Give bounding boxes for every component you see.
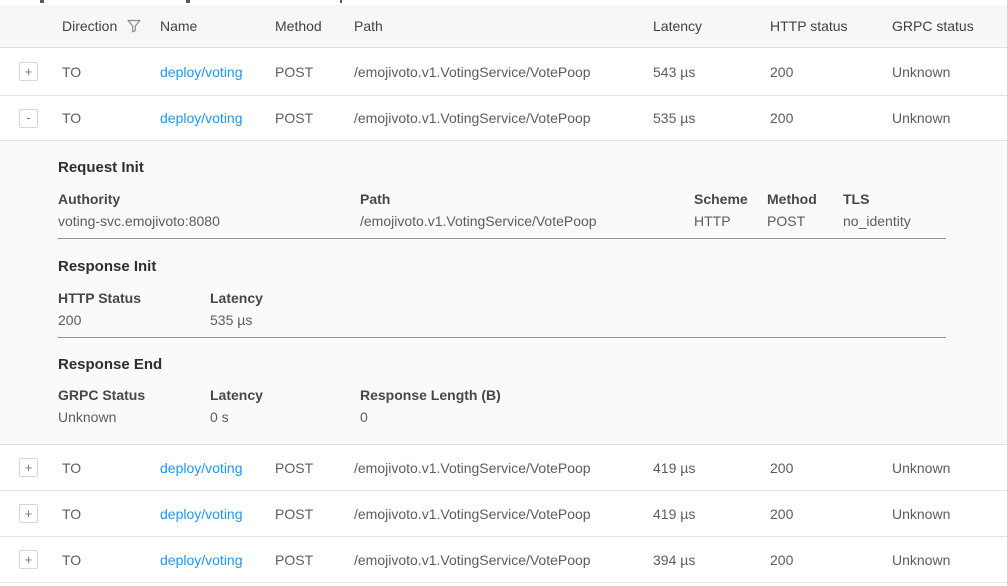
table-row: + TO deploy/voting POST /emojivoto.v1.Vo… xyxy=(0,445,1007,491)
cell-expander: - xyxy=(0,109,62,128)
column-header-direction-label: Direction xyxy=(62,18,117,34)
column-header-latency: Latency xyxy=(653,18,770,34)
cell-path: /emojivoto.v1.VotingService/VotePoop xyxy=(354,460,653,476)
cell-path: /emojivoto.v1.VotingService/VotePoop xyxy=(354,552,653,568)
cell-method: POST xyxy=(275,110,354,126)
cropped-text-mark xyxy=(340,0,342,3)
section-divider xyxy=(58,337,946,338)
cell-http-status: 200 xyxy=(770,552,892,568)
expand-toggle-button[interactable]: + xyxy=(19,458,38,477)
cell-latency: 394 µs xyxy=(653,552,770,568)
cell-latency: 419 µs xyxy=(653,460,770,476)
tap-requests-table: Direction Name Method Path Latency HTTP … xyxy=(0,0,1007,586)
field-scheme: Scheme HTTP xyxy=(694,191,748,230)
resource-link[interactable]: deploy/voting xyxy=(160,110,243,126)
resource-link[interactable]: deploy/voting xyxy=(160,506,243,522)
cell-grpc-status: Unknown xyxy=(892,506,1007,522)
expand-toggle-button[interactable]: + xyxy=(19,504,38,523)
section-divider xyxy=(58,238,946,239)
cell-grpc-status: Unknown xyxy=(892,552,1007,568)
cell-name: deploy/voting xyxy=(160,110,275,126)
column-header-grpc-status: GRPC status xyxy=(892,18,1007,34)
field-authority: Authority voting-svc.emojivoto:8080 xyxy=(58,191,220,230)
column-header-path: Path xyxy=(354,18,653,34)
cell-latency: 535 µs xyxy=(653,110,770,126)
table-body: + TO deploy/voting POST /emojivoto.v1.Vo… xyxy=(0,48,1007,583)
table-row: + TO deploy/voting POST /emojivoto.v1.Vo… xyxy=(0,48,1007,96)
resource-link[interactable]: deploy/voting xyxy=(160,64,243,80)
field-method: Method POST xyxy=(767,191,817,230)
expand-toggle-button[interactable]: - xyxy=(19,109,38,128)
section-title-response-init: Response Init xyxy=(58,258,156,275)
cell-direction: TO xyxy=(62,506,160,522)
table-row: + TO deploy/voting POST /emojivoto.v1.Vo… xyxy=(0,491,1007,537)
column-header-name: Name xyxy=(160,18,275,34)
cell-name: deploy/voting xyxy=(160,64,275,80)
resource-link[interactable]: deploy/voting xyxy=(160,552,243,568)
cell-direction: TO xyxy=(62,110,160,126)
cropped-text-mark xyxy=(40,0,44,3)
cell-http-status: 200 xyxy=(770,64,892,80)
cell-path: /emojivoto.v1.VotingService/VotePoop xyxy=(354,110,653,126)
cell-name: deploy/voting xyxy=(160,506,275,522)
cell-name: deploy/voting xyxy=(160,552,275,568)
column-header-direction: Direction xyxy=(62,18,160,34)
cell-direction: TO xyxy=(62,460,160,476)
cell-http-status: 200 xyxy=(770,110,892,126)
filter-icon[interactable] xyxy=(127,19,141,33)
field-response-length: Response Length (B) 0 xyxy=(360,387,501,426)
table-row: - TO deploy/voting POST /emojivoto.v1.Vo… xyxy=(0,96,1007,141)
cropped-text-mark xyxy=(186,0,190,3)
cell-method: POST xyxy=(275,552,354,568)
cell-expander: + xyxy=(0,458,62,477)
cell-direction: TO xyxy=(62,552,160,568)
cell-grpc-status: Unknown xyxy=(892,460,1007,476)
cell-direction: TO xyxy=(62,64,160,80)
cell-http-status: 200 xyxy=(770,460,892,476)
cell-method: POST xyxy=(275,64,354,80)
column-header-http-status: HTTP status xyxy=(770,18,892,34)
cell-expander: + xyxy=(0,550,62,569)
expanded-detail-panel: Request Init Authority voting-svc.emojiv… xyxy=(0,141,1007,445)
table-row: + TO deploy/voting POST /emojivoto.v1.Vo… xyxy=(0,537,1007,583)
cell-http-status: 200 xyxy=(770,506,892,522)
field-tls: TLS no_identity xyxy=(843,191,911,230)
cropped-text-remnant xyxy=(0,0,1007,5)
cell-expander: + xyxy=(0,62,62,81)
field-latency-init: Latency 535 µs xyxy=(210,290,263,329)
field-path: Path /emojivoto.v1.VotingService/VotePoo… xyxy=(360,191,597,230)
column-header-method: Method xyxy=(275,18,354,34)
field-grpc-status: GRPC Status Unknown xyxy=(58,387,145,426)
expand-toggle-button[interactable]: + xyxy=(19,62,38,81)
cell-latency: 543 µs xyxy=(653,64,770,80)
cell-grpc-status: Unknown xyxy=(892,64,1007,80)
field-http-status: HTTP Status 200 xyxy=(58,290,141,329)
cell-method: POST xyxy=(275,460,354,476)
cell-path: /emojivoto.v1.VotingService/VotePoop xyxy=(354,506,653,522)
cell-expander: + xyxy=(0,504,62,523)
resource-link[interactable]: deploy/voting xyxy=(160,460,243,476)
section-title-request-init: Request Init xyxy=(58,159,144,176)
field-latency-end: Latency 0 s xyxy=(210,387,263,426)
cell-name: deploy/voting xyxy=(160,460,275,476)
expand-toggle-button[interactable]: + xyxy=(19,550,38,569)
cell-path: /emojivoto.v1.VotingService/VotePoop xyxy=(354,64,653,80)
cell-latency: 419 µs xyxy=(653,506,770,522)
section-title-response-end: Response End xyxy=(58,356,162,373)
cell-grpc-status: Unknown xyxy=(892,110,1007,126)
cell-method: POST xyxy=(275,506,354,522)
table-header: Direction Name Method Path Latency HTTP … xyxy=(0,5,1007,48)
